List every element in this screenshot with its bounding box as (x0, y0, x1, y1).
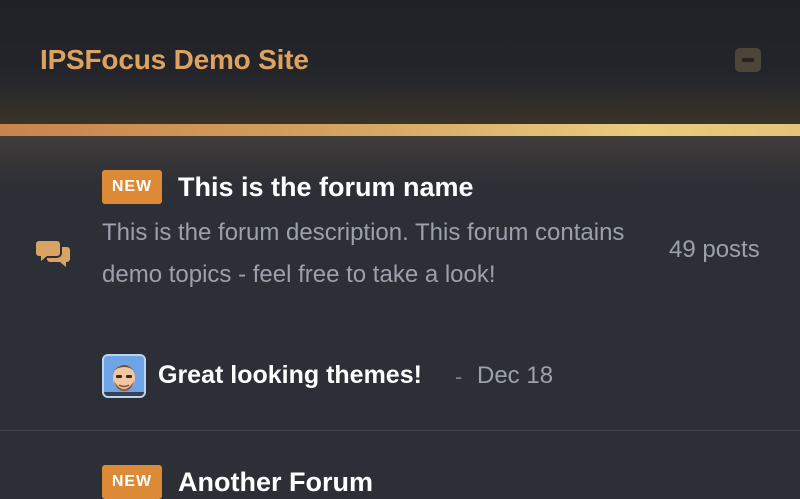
site-title[interactable]: IPSFocus Demo Site (40, 44, 309, 76)
row-divider (0, 430, 800, 431)
new-badge: NEW (102, 170, 162, 204)
forum-name-link[interactable]: Another Forum (178, 467, 373, 498)
minus-icon (742, 58, 754, 62)
collapse-button[interactable] (735, 48, 761, 72)
avatar-icon[interactable] (102, 354, 146, 398)
forum-name-link[interactable]: This is the forum name (178, 172, 474, 203)
site-header: IPSFocus Demo Site (0, 0, 800, 124)
accent-bar (0, 124, 800, 136)
post-count: 49 posts (669, 236, 760, 263)
last-post-title[interactable]: Great looking themes! (158, 361, 422, 390)
last-post-date: Dec 18 (477, 362, 554, 389)
separator: - (455, 364, 463, 389)
new-badge: NEW (102, 465, 162, 499)
forum-description: This is the forum description. This foru… (102, 219, 625, 288)
chat-bubbles-icon (36, 238, 72, 273)
